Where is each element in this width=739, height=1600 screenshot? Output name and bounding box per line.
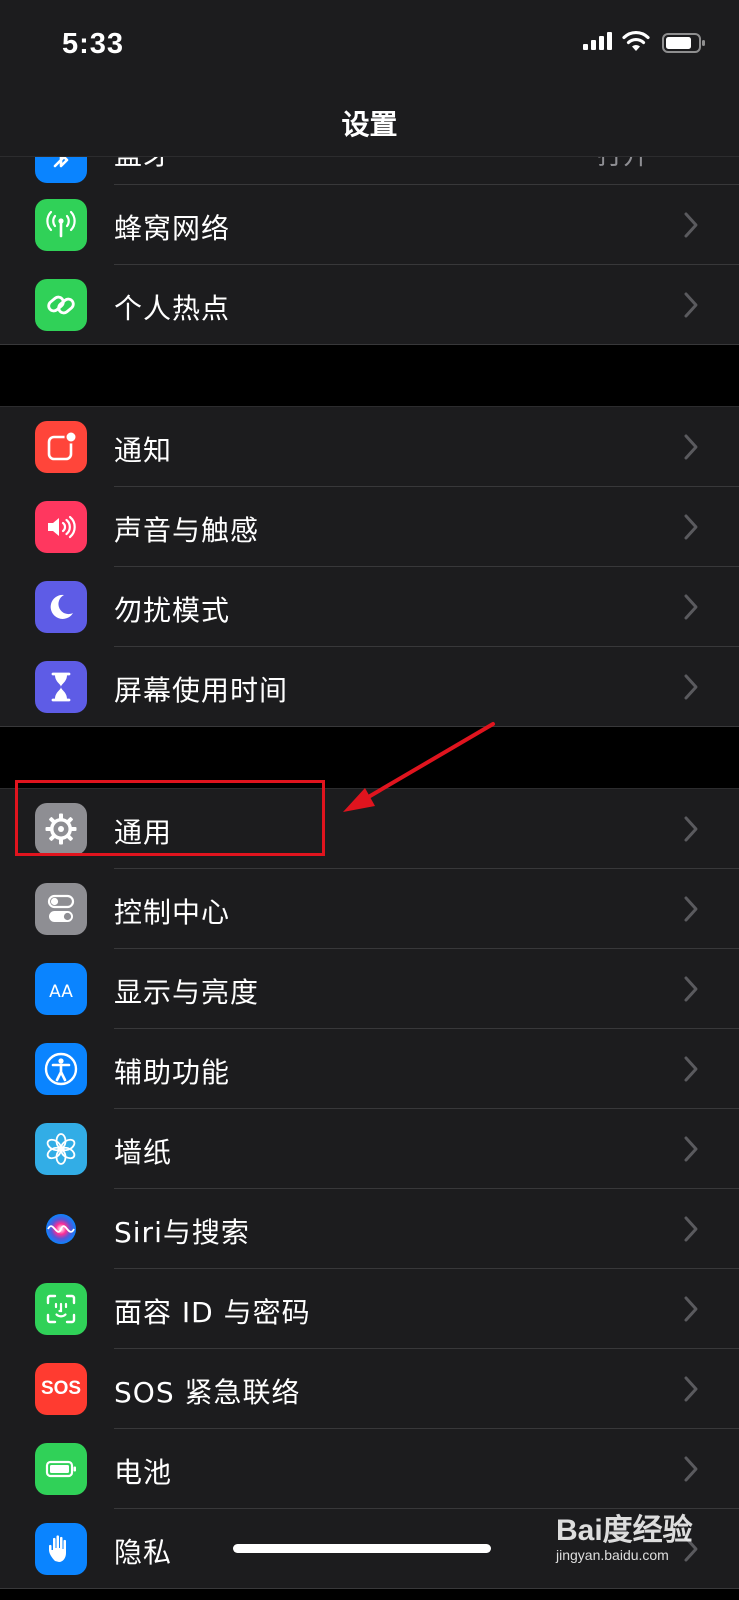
settings-row-face-id[interactable]: 面容 ID 与密码 [0, 1269, 739, 1349]
settings-row-label: 蓝牙 [114, 157, 172, 173]
chevron-right-icon [684, 434, 698, 460]
row-separator [0, 1588, 739, 1589]
aa-icon: AA [35, 963, 87, 1015]
chevron-right-icon [684, 1056, 698, 1082]
settings-row-screen-time[interactable]: 屏幕使用时间 [0, 647, 739, 727]
settings-row-label: 蜂窝网络 [114, 212, 231, 245]
battery-icon [35, 1443, 87, 1495]
settings-group: 通用 控制中心 AA 显示与亮度 辅助功能 墙纸 Siri与搜索 面容 ID 与密码 SOS SO… [0, 789, 739, 1589]
settings-row-label: 电池 [114, 1456, 173, 1489]
chevron-right-icon [684, 674, 698, 700]
settings-row-label: 勿扰模式 [114, 594, 231, 627]
sos-icon: SOS [35, 1363, 87, 1415]
speaker-icon [35, 501, 87, 553]
home-indicator[interactable] [233, 1544, 491, 1553]
antenna-icon [35, 199, 87, 251]
chevron-right-icon [684, 1376, 698, 1402]
settings-row-label: 通知 [114, 434, 173, 467]
settings-row-notifications[interactable]: 通知 [0, 407, 739, 487]
chevron-right-icon [684, 292, 698, 318]
settings-row-label: 显示与亮度 [114, 976, 260, 1009]
hand-icon [35, 1523, 87, 1575]
settings-row-label: 墙纸 [114, 1136, 173, 1169]
moon-icon [35, 581, 87, 633]
wifi-icon [622, 30, 650, 51]
settings-row-battery[interactable]: 电池 [0, 1429, 739, 1509]
row-separator [0, 344, 739, 345]
toggle-icon [35, 883, 87, 935]
section-gap [0, 345, 739, 407]
settings-row-label: 面容 ID 与密码 [114, 1296, 311, 1329]
settings-row-do-not-disturb[interactable]: 勿扰模式 [0, 567, 739, 647]
settings-row-sos[interactable]: SOS SOS 紧急联络 [0, 1349, 739, 1429]
watermark-url: jingyan.baidu.com [556, 1547, 669, 1563]
settings-row-bluetooth[interactable]: 蓝牙 打开 [0, 157, 739, 185]
settings-row-accessibility[interactable]: 辅助功能 [0, 1029, 739, 1109]
chevron-right-icon [684, 896, 698, 922]
settings-group: 蓝牙 打开蜂窝网络个人热点 [0, 157, 739, 345]
chevron-right-icon [684, 1296, 698, 1322]
settings-row-label: 声音与触感 [114, 514, 260, 547]
baidu-jingyan-watermark: Bai度经验 jingyan.baidu.com [556, 1505, 693, 1563]
settings-list[interactable]: 蓝牙打开蜂窝网络个人热点通知声音与触感勿扰模式屏幕使用时间通用控制中心AA显示与… [0, 157, 739, 1600]
chevron-right-icon [684, 594, 698, 620]
cellular-signal-icon [583, 32, 612, 50]
battery-status-icon [662, 33, 705, 53]
notification-icon [35, 421, 87, 473]
settings-row-detail: 打开 [597, 157, 649, 172]
page-title: 设置 [341, 108, 398, 141]
sos-icon-text: SOS [40, 1378, 82, 1399]
chevron-right-icon [684, 212, 698, 238]
settings-row-siri[interactable]: Siri与搜索 [0, 1189, 739, 1269]
settings-group: 通知声音与触感勿扰模式屏幕使用时间 [0, 407, 739, 727]
settings-row-label: 个人热点 [114, 292, 231, 325]
face-id-icon [35, 1283, 87, 1335]
red-arrow-annotation [343, 722, 495, 812]
chevron-right-icon [684, 816, 698, 842]
chevron-right-icon [684, 514, 698, 540]
settings-row-label: 隐私 [114, 1536, 173, 1569]
svg-text:AA: AA [49, 982, 73, 1002]
status-time: 5:33 [62, 28, 125, 60]
settings-row-sounds[interactable]: 声音与触感 [0, 487, 739, 567]
settings-row-label: 控制中心 [114, 896, 231, 929]
flower-icon [35, 1123, 87, 1175]
hourglass-icon [35, 661, 87, 713]
chevron-right-icon [684, 1216, 698, 1242]
settings-row-hotspot[interactable]: 个人热点 [0, 265, 739, 345]
settings-row-label: 辅助功能 [114, 1056, 231, 1089]
status-bar: 5:33 [0, 0, 739, 95]
settings-row-label: 屏幕使用时间 [114, 674, 289, 707]
accessibility-icon [35, 1043, 87, 1095]
chevron-right-icon [684, 1136, 698, 1162]
chevron-right-icon [684, 976, 698, 1002]
settings-row-label: Siri与搜索 [114, 1216, 250, 1249]
bluetooth-icon [35, 157, 87, 183]
chevron-right-icon [684, 1456, 698, 1482]
settings-row-display[interactable]: AA 显示与亮度 [0, 949, 739, 1029]
chain-link-icon [35, 279, 87, 331]
settings-row-wallpaper[interactable]: 墙纸 [0, 1109, 739, 1189]
settings-row-control-center[interactable]: 控制中心 [0, 869, 739, 949]
settings-row-cellular[interactable]: 蜂窝网络 [0, 185, 739, 265]
siri-icon [35, 1203, 87, 1255]
highlight-box [15, 780, 325, 856]
navigation-bar: 设置 [0, 95, 739, 157]
watermark-brand: Bai度经验 [556, 1514, 693, 1547]
settings-row-label: SOS 紧急联络 [114, 1376, 301, 1409]
